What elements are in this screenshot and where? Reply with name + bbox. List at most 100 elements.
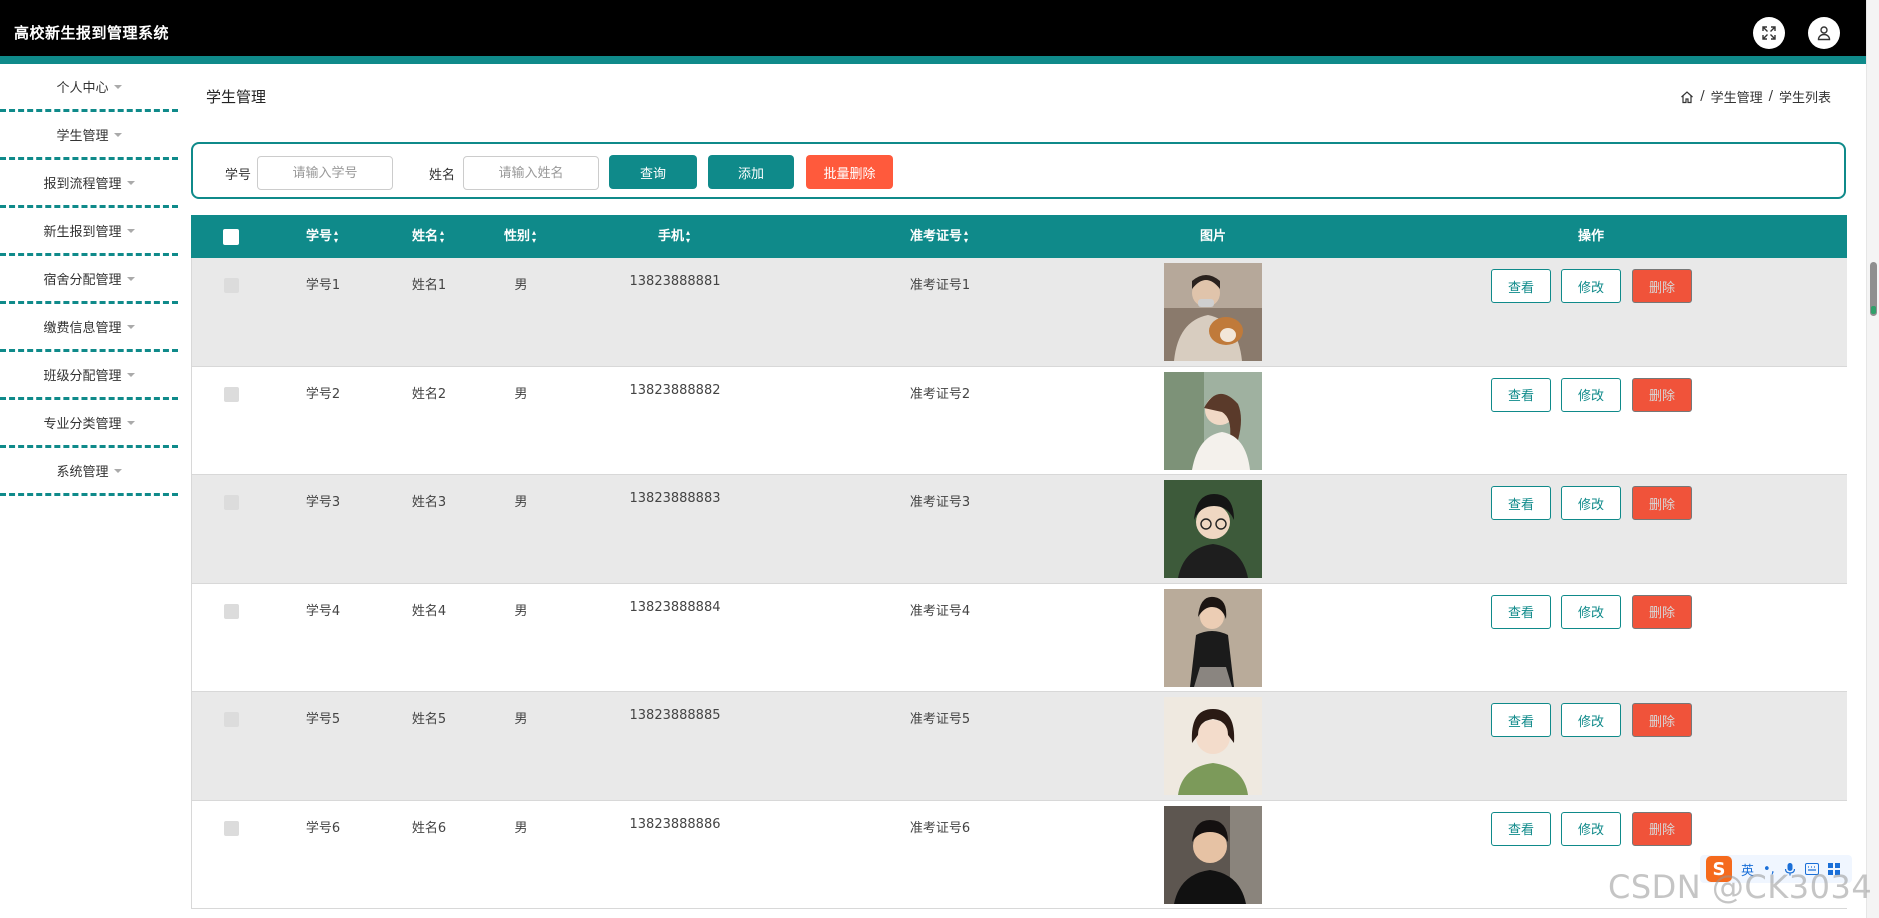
- cell-name: 姓名6: [411, 820, 447, 836]
- edit-button[interactable]: 修改: [1561, 811, 1621, 846]
- delete-button[interactable]: 删除: [1632, 703, 1692, 737]
- column-header-gender[interactable]: 性别 ▴ ▾: [504, 215, 536, 258]
- sidebar-item-payment-info[interactable]: 缴费信息管理: [0, 304, 178, 352]
- sidebar-item-label: 报到流程管理: [43, 177, 122, 192]
- cell-phone: 13823888884: [629, 599, 721, 615]
- cell-name: 姓名3: [411, 495, 447, 510]
- table-header: 学号 ▴ ▾ 姓名 ▴ ▾ 性别 ▴ ▾ 手机 ▴ ▾ 准考证号 ▴ ▾ 图片 操作: [191, 215, 1847, 258]
- cell-exam-number: 准考证号1: [909, 278, 971, 293]
- delete-button[interactable]: 删除: [1632, 486, 1692, 520]
- top-bar-accent: [0, 56, 1866, 64]
- sidebar-item-dorm-allocation[interactable]: 宿舍分配管理: [0, 256, 178, 304]
- caret-down-icon: [126, 276, 135, 281]
- cell-exam-number: 准考证号6: [909, 820, 971, 836]
- cell-name: 姓名5: [411, 712, 447, 727]
- sidebar-item-system-management[interactable]: 系统管理: [0, 448, 178, 496]
- row-checkbox[interactable]: [224, 603, 239, 619]
- student-photo: [1164, 480, 1262, 578]
- fullscreen-button[interactable]: [1753, 17, 1785, 49]
- edit-button[interactable]: 修改: [1561, 377, 1621, 412]
- caret-down-icon: [126, 420, 135, 425]
- add-button[interactable]: 添加: [708, 155, 794, 189]
- cell-student-id: 学号4: [305, 603, 341, 619]
- cell-phone: 13823888881: [629, 274, 721, 289]
- delete-button[interactable]: 删除: [1632, 811, 1692, 846]
- user-menu-button[interactable]: [1808, 17, 1840, 49]
- cell-phone: 13823888882: [629, 382, 721, 398]
- query-button[interactable]: 查询: [609, 155, 697, 189]
- cell-phone: 13823888883: [629, 491, 721, 506]
- column-header-label: 准考证号: [909, 229, 962, 244]
- row-checkbox[interactable]: [224, 386, 239, 402]
- delete-button[interactable]: 删除: [1632, 269, 1692, 303]
- cell-gender: 男: [514, 603, 528, 619]
- column-header-phone[interactable]: 手机 ▴ ▾: [658, 215, 690, 258]
- column-header-exam-number[interactable]: 准考证号 ▴ ▾: [910, 215, 968, 258]
- row-checkbox[interactable]: [224, 712, 239, 727]
- view-button[interactable]: 查看: [1491, 811, 1551, 846]
- sidebar-item-freshman-registration[interactable]: 新生报到管理: [0, 208, 178, 256]
- cell-name: 姓名2: [411, 386, 447, 402]
- column-header-label: 学号: [305, 229, 332, 244]
- column-header-label: 手机: [657, 229, 684, 244]
- student-photo: [1164, 371, 1262, 470]
- select-all-checkbox[interactable]: [223, 229, 239, 245]
- cell-gender: 男: [514, 495, 528, 510]
- row-checkbox[interactable]: [224, 820, 239, 836]
- student-photo: [1164, 805, 1262, 904]
- cell-exam-number: 准考证号5: [909, 712, 971, 727]
- sidebar-item-personal-center[interactable]: 个人中心: [0, 64, 178, 112]
- name-input[interactable]: [463, 156, 599, 190]
- student-photo: [1164, 263, 1262, 361]
- cell-gender: 男: [514, 820, 528, 836]
- cell-gender: 男: [514, 386, 528, 402]
- delete-button[interactable]: 删除: [1632, 594, 1692, 629]
- sidebar: 个人中心 学生管理 报到流程管理 新生报到管理 宿舍分配管理 缴费信息管理 班级…: [0, 64, 178, 496]
- edit-button[interactable]: 修改: [1561, 269, 1621, 303]
- sidebar-item-class-allocation[interactable]: 班级分配管理: [0, 352, 178, 400]
- edit-button[interactable]: 修改: [1561, 486, 1621, 520]
- scrollbar-thumb[interactable]: [1870, 262, 1877, 316]
- view-button[interactable]: 查看: [1491, 269, 1551, 303]
- view-button[interactable]: 查看: [1491, 703, 1551, 737]
- column-header-photo: 图片: [1199, 229, 1227, 244]
- row-checkbox[interactable]: [224, 278, 239, 293]
- sidebar-item-student-management[interactable]: 学生管理: [0, 112, 178, 160]
- cell-phone: 13823888886: [629, 816, 721, 832]
- student-id-label: 学号: [225, 168, 252, 183]
- cell-gender: 男: [514, 278, 528, 293]
- view-button[interactable]: 查看: [1491, 377, 1551, 412]
- sidebar-item-major-category[interactable]: 专业分类管理: [0, 400, 178, 448]
- view-button[interactable]: 查看: [1491, 486, 1551, 520]
- column-header-name[interactable]: 姓名 ▴ ▾: [412, 215, 444, 258]
- top-bar: 高校新生报到管理系统: [0, 0, 1866, 56]
- table-row: 学号6 姓名6 男 13823888886 准考证号6 查看 修改 删除: [191, 800, 1847, 909]
- sort-icon: ▴ ▾: [964, 227, 969, 245]
- column-header-label: 性别: [503, 229, 530, 244]
- batch-delete-button[interactable]: 批量删除: [806, 155, 893, 189]
- row-checkbox[interactable]: [224, 495, 239, 510]
- breadcrumb-item[interactable]: 学生管理: [1711, 87, 1763, 106]
- sidebar-item-registration-process[interactable]: 报到流程管理: [0, 160, 178, 208]
- view-button[interactable]: 查看: [1491, 594, 1551, 629]
- page-scrollbar[interactable]: [1866, 0, 1879, 918]
- delete-button[interactable]: 删除: [1632, 377, 1692, 412]
- edit-button[interactable]: 修改: [1561, 703, 1621, 737]
- sort-icon: ▴ ▾: [686, 227, 691, 245]
- caret-down-icon: [126, 228, 135, 233]
- breadcrumb-item: 学生列表: [1778, 91, 1831, 106]
- page-title: 学生管理: [206, 88, 267, 106]
- edit-button[interactable]: 修改: [1561, 594, 1621, 629]
- sidebar-item-label: 专业分类管理: [43, 417, 122, 432]
- student-table: 学号 ▴ ▾ 姓名 ▴ ▾ 性别 ▴ ▾ 手机 ▴ ▾ 准考证号 ▴ ▾ 图片 操作 学号1 姓名1…: [191, 215, 1847, 909]
- breadcrumb: / 学生管理 / 学生列表: [1680, 87, 1831, 106]
- sidebar-item-label: 学生管理: [56, 129, 109, 144]
- cell-gender: 男: [514, 712, 528, 727]
- table-row: 学号5 姓名5 男 13823888885 准考证号5 查看 修改 删除: [191, 692, 1847, 801]
- home-icon[interactable]: [1680, 90, 1694, 104]
- caret-down-icon: [113, 84, 122, 89]
- column-header-student-id[interactable]: 学号 ▴ ▾: [306, 215, 338, 258]
- table-row: 学号2 姓名2 男 13823888882 准考证号2 查看 修改 删除: [191, 366, 1847, 475]
- student-id-input[interactable]: [257, 156, 393, 190]
- sort-icon: ▴ ▾: [440, 227, 445, 245]
